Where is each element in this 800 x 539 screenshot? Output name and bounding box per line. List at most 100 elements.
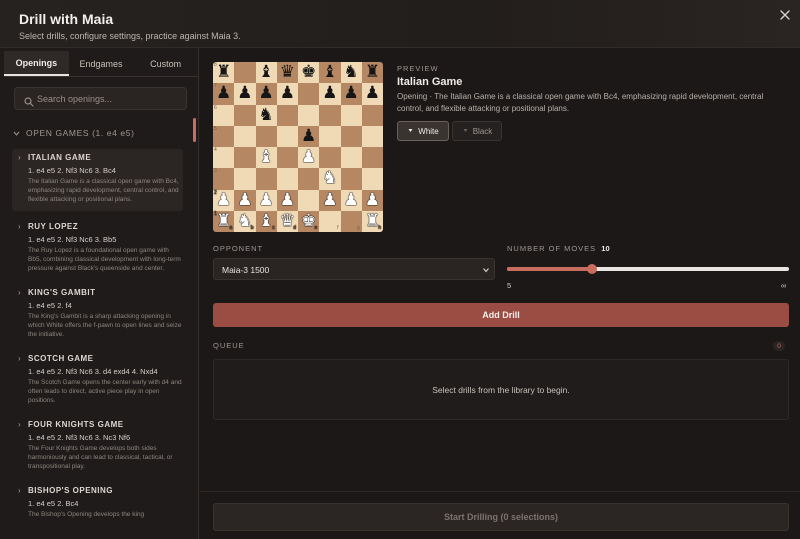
white-bishop-icon[interactable]: ♝ (259, 149, 274, 166)
board-square[interactable]: ♟ (298, 147, 320, 169)
white-pawn-icon[interactable]: ♟ (301, 149, 316, 166)
black-pawn-icon[interactable]: ♟ (322, 85, 337, 102)
board-square[interactable]: f (319, 210, 341, 232)
black-king-icon[interactable]: ♚ (301, 64, 316, 81)
board-square[interactable] (361, 104, 383, 126)
board-square[interactable] (234, 62, 256, 84)
list-item-four-knights[interactable]: › FOUR KNIGHTS GAME 1. e4 e5 2. Nf3 Nc6 … (12, 416, 183, 482)
board-square[interactable] (340, 147, 362, 169)
tab-custom[interactable]: Custom (133, 51, 198, 76)
board-square[interactable]: ♝ (319, 62, 341, 84)
board-square[interactable]: g (340, 210, 362, 232)
list-item-scotch-game[interactable]: › SCOTCH GAME 1. e4 e5 2. Nf3 Nc6 3. d4 … (12, 350, 183, 416)
board-square[interactable]: ♝ c (255, 210, 277, 232)
board-square[interactable]: ♚ e (298, 210, 320, 232)
black-bishop-icon[interactable]: ♝ (322, 64, 337, 81)
board-square[interactable] (234, 125, 256, 147)
board-square[interactable]: ♟ (234, 189, 256, 211)
board-square[interactable]: ♟ (340, 83, 362, 105)
list-item-ruy-lopez[interactable]: › RUY LOPEZ 1. e4 e5 2. Nf3 Nc6 3. Bb5 T… (12, 211, 183, 284)
board-square[interactable] (276, 168, 298, 190)
black-queen-icon[interactable]: ♛ (280, 64, 295, 81)
board-square[interactable] (255, 168, 277, 190)
black-rook-icon[interactable]: ♜ (365, 64, 380, 81)
board-square[interactable] (276, 147, 298, 169)
board-square[interactable] (234, 104, 256, 126)
black-knight-icon[interactable]: ♞ (259, 106, 274, 124)
board-square[interactable]: ♝ (255, 147, 277, 169)
board-square[interactable]: ♟ (319, 189, 341, 211)
board-square[interactable]: ♜ 8 (213, 62, 235, 84)
board-square[interactable]: ♟ (276, 189, 298, 211)
black-rook-icon[interactable]: ♜ (216, 64, 231, 81)
board-square[interactable]: ♝ (255, 62, 277, 84)
opponent-select[interactable]: Maia-3 1500 (213, 258, 495, 280)
board-square[interactable] (319, 125, 341, 147)
chess-board[interactable]: ♜ 8 ♝ ♛ ♚ ♝ ♞ ♜ ♟ 7 ♟ ♟ ♟ ♟ ♟ ♟ 6 ♞ 5 ♟ 4 ♝ ♟ 3 ♞ ♟ 2 ♟ ♟ ♟ ♟ ♟ ♟ ♜ 1 a ♞ b ♝ c… (213, 62, 383, 232)
board-square[interactable]: ♜ 1 a (213, 210, 235, 232)
board-square[interactable]: ♟ (340, 189, 362, 211)
black-pawn-icon[interactable]: ♟ (237, 85, 252, 102)
black-pawn-icon[interactable]: ♟ (216, 85, 231, 102)
board-square[interactable]: ♜ h (361, 210, 383, 232)
board-square[interactable] (361, 168, 383, 190)
white-pawn-icon[interactable]: ♟ (365, 191, 380, 209)
board-square[interactable] (298, 83, 320, 105)
board-square[interactable]: ♟ (319, 83, 341, 105)
tab-openings[interactable]: Openings (4, 51, 69, 76)
white-pawn-icon[interactable]: ♟ (344, 191, 359, 209)
board-square[interactable]: ♜ (361, 62, 383, 84)
black-bishop-icon[interactable]: ♝ (259, 64, 274, 81)
board-square[interactable] (276, 104, 298, 126)
moves-slider[interactable] (507, 263, 789, 275)
board-square[interactable] (319, 147, 341, 169)
black-pawn-icon[interactable]: ♟ (344, 85, 359, 102)
white-pawn-icon[interactable]: ♟ (280, 191, 295, 209)
white-pawn-icon[interactable]: ♟ (216, 191, 231, 209)
board-square[interactable]: ♟ 2 (213, 189, 235, 211)
list-item-italian-game[interactable]: › ITALIAN GAME 1. e4 e5 2. Nf3 Nc6 3. Bc… (12, 149, 183, 211)
black-pawn-icon[interactable]: ♟ (280, 85, 295, 102)
play-as-black-button[interactable]: Black (452, 121, 502, 141)
board-square[interactable]: ♞ (340, 62, 362, 84)
board-square[interactable] (234, 168, 256, 190)
group-open-games[interactable]: OPEN GAMES (1. e4 e5) (13, 128, 135, 138)
board-square[interactable]: ♟ 7 (213, 83, 235, 105)
board-square[interactable]: 5 (213, 125, 235, 147)
white-pawn-icon[interactable]: ♟ (322, 191, 337, 209)
board-square[interactable] (319, 104, 341, 126)
black-pawn-icon[interactable]: ♟ (365, 85, 380, 102)
board-square[interactable]: ♟ (361, 83, 383, 105)
slider-thumb[interactable] (586, 264, 597, 274)
white-pawn-icon[interactable]: ♟ (237, 191, 252, 209)
close-icon[interactable] (778, 8, 792, 22)
board-square[interactable] (361, 125, 383, 147)
scrollbar-thumb[interactable] (193, 118, 196, 142)
board-square[interactable] (255, 125, 277, 147)
black-knight-icon[interactable]: ♞ (344, 64, 359, 81)
add-drill-button[interactable]: Add Drill (213, 303, 789, 327)
board-square[interactable]: ♚ (298, 62, 320, 84)
search-input[interactable] (37, 90, 182, 108)
board-square[interactable]: ♟ (234, 83, 256, 105)
board-square[interactable]: ♞ (319, 168, 341, 190)
board-square[interactable]: 4 (213, 147, 235, 169)
board-square[interactable] (340, 168, 362, 190)
board-square[interactable] (340, 104, 362, 126)
start-drilling-button[interactable]: Start Drilling (0 selections) (213, 503, 789, 531)
board-square[interactable]: 3 (213, 168, 235, 190)
board-square[interactable]: ♟ (255, 83, 277, 105)
black-pawn-icon[interactable]: ♟ (301, 127, 316, 145)
tab-endgames[interactable]: Endgames (69, 51, 134, 76)
board-square[interactable]: ♟ (255, 189, 277, 211)
board-square[interactable]: ♞ b (234, 210, 256, 232)
black-pawn-icon[interactable]: ♟ (259, 85, 274, 102)
board-square[interactable]: ♛ d (276, 210, 298, 232)
board-square[interactable]: ♛ (276, 62, 298, 84)
board-square[interactable] (298, 168, 320, 190)
board-square[interactable] (361, 147, 383, 169)
white-knight-icon[interactable]: ♞ (322, 170, 337, 187)
board-square[interactable]: ♟ (361, 189, 383, 211)
play-as-white-button[interactable]: White (397, 121, 449, 141)
list-item-bishops-opening[interactable]: › BISHOP'S OPENING 1. e4 e5 2. Bc4 The B… (12, 482, 183, 518)
